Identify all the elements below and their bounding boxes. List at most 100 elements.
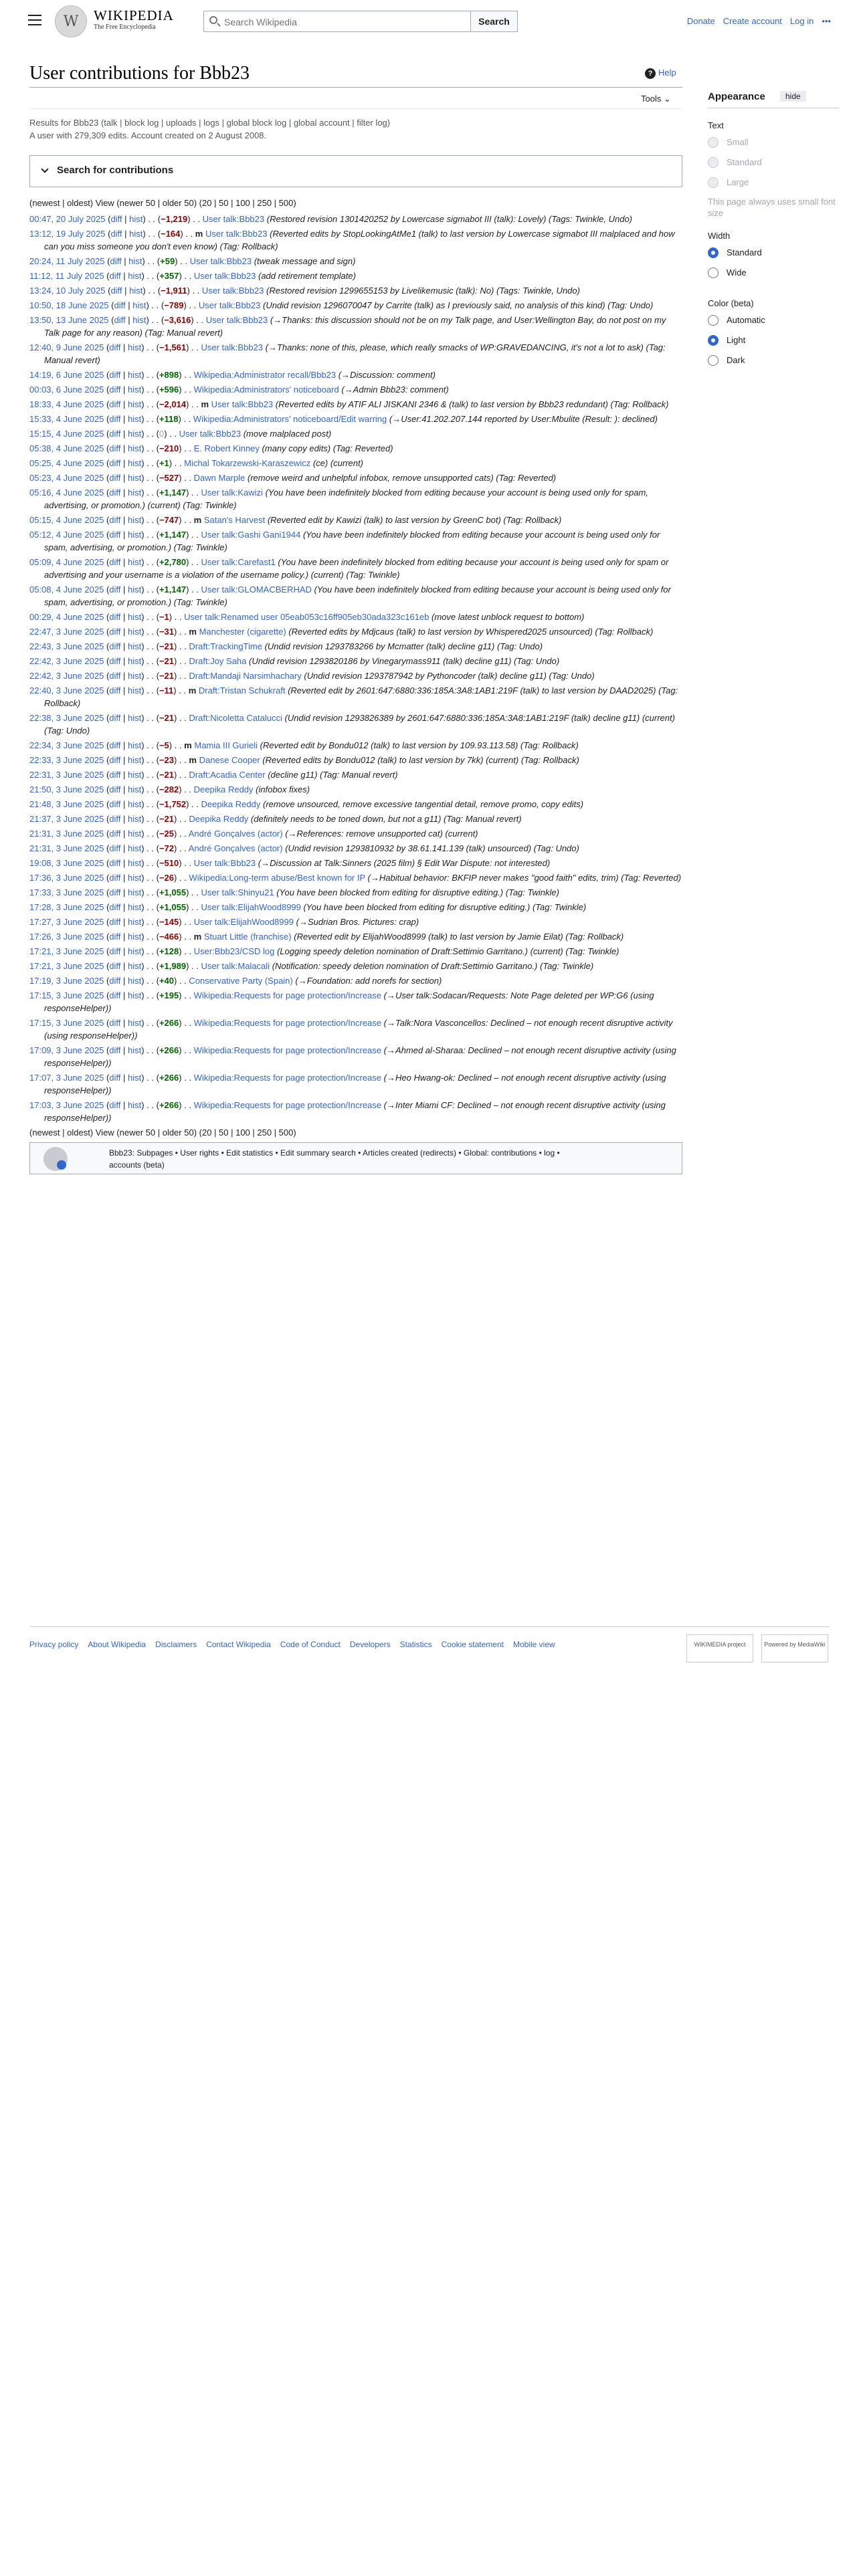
page-link[interactable]: User talk:Bbb23 [194, 271, 256, 281]
diff-link[interactable]: diff [109, 515, 120, 525]
main-menu-icon[interactable] [28, 15, 41, 25]
page-link[interactable]: User talk:Bbb23 [211, 399, 274, 409]
search-contributions-panel[interactable]: Search for contributions [29, 155, 682, 187]
hist-link[interactable]: hist [128, 843, 141, 853]
hist-link[interactable]: hist [128, 641, 141, 651]
diff-link[interactable]: diff [109, 671, 120, 681]
hist-link[interactable]: hist [128, 414, 141, 424]
diff-link[interactable]: diff [110, 229, 122, 239]
timestamp-link[interactable]: 21:31, 3 June 2025 [29, 843, 104, 853]
page-link[interactable]: User talk:Renamed user 05eab053c16ff905e… [184, 612, 429, 622]
diff-link[interactable]: diff [109, 843, 120, 853]
hist-link[interactable]: hist [128, 1045, 141, 1055]
diff-link[interactable]: diff [109, 902, 120, 912]
hist-link[interactable]: hist [128, 271, 141, 281]
timestamp-link[interactable]: 22:47, 3 June 2025 [29, 627, 104, 637]
hist-link[interactable]: hist [129, 214, 142, 224]
timestamp-link[interactable]: 17:26, 3 June 2025 [29, 932, 104, 942]
radio-icon[interactable] [708, 315, 719, 326]
timestamp-link[interactable]: 05:12, 4 June 2025 [29, 530, 104, 540]
hist-link[interactable]: hist [128, 770, 141, 780]
diff-link[interactable]: diff [109, 414, 120, 424]
timestamp-link[interactable]: 21:37, 3 June 2025 [29, 814, 104, 824]
hist-link[interactable]: hist [128, 829, 141, 839]
hist-link[interactable]: hist [128, 458, 141, 468]
hist-link[interactable]: hist [128, 488, 141, 498]
hist-link[interactable]: hist [128, 1018, 141, 1028]
page-link[interactable]: Danese Cooper [199, 755, 260, 765]
timestamp-link[interactable]: 05:16, 4 June 2025 [29, 488, 104, 498]
diff-link[interactable]: diff [109, 740, 120, 750]
code-of-conduct-link[interactable]: Code of Conduct [280, 1640, 341, 1649]
radio-icon[interactable] [708, 335, 719, 346]
page-link[interactable]: Manchester (cigarette) [199, 627, 286, 637]
page-link[interactable]: User talk:ElijahWood8999 [194, 917, 294, 927]
diff-link[interactable]: diff [109, 784, 120, 794]
pager-bottom[interactable]: (newest | oldest) View (newer 50 | older… [29, 1128, 296, 1138]
timestamp-link[interactable]: 00:03, 6 June 2025 [29, 385, 104, 395]
page-link[interactable]: Deepika Reddy [194, 784, 254, 794]
page-link[interactable]: User talk:Bbb23 [201, 342, 263, 352]
diff-link[interactable]: diff [109, 641, 120, 651]
diff-link[interactable]: diff [109, 990, 120, 1000]
hist-link[interactable]: hist [128, 612, 141, 622]
page-link[interactable]: Wikipedia:Requests for page protection/I… [194, 990, 381, 1000]
page-link[interactable]: User talk:Kawizi [201, 488, 262, 498]
radio-icon[interactable] [708, 247, 719, 258]
hist-link[interactable]: hist [128, 799, 141, 809]
diff-link[interactable]: diff [109, 443, 120, 453]
page-link[interactable]: User talk:Bbb23 [179, 429, 242, 439]
hist-link[interactable]: hist [128, 873, 141, 883]
page-link[interactable]: User talk:Bbb23 [190, 256, 252, 266]
hist-link[interactable]: hist [128, 385, 141, 395]
page-link[interactable]: User talk:Bbb23 [205, 229, 268, 239]
hist-link[interactable]: hist [128, 530, 141, 540]
privacy-policy-link[interactable]: Privacy policy [29, 1640, 78, 1649]
timestamp-link[interactable]: 05:08, 4 June 2025 [29, 584, 104, 595]
page-link[interactable]: User talk:Bbb23 [202, 286, 264, 296]
diff-link[interactable]: diff [109, 1045, 120, 1055]
user-tools-links-2[interactable]: accounts (beta) [109, 1159, 577, 1171]
diff-link[interactable]: diff [109, 399, 120, 409]
wikimedia-badge[interactable]: WIKIMEDIA project [686, 1634, 753, 1662]
timestamp-link[interactable]: 22:38, 3 June 2025 [29, 713, 104, 723]
page-link[interactable]: Dawn Marple [194, 473, 246, 483]
timestamp-link[interactable]: 05:09, 4 June 2025 [29, 557, 104, 567]
diff-link[interactable]: diff [109, 713, 120, 723]
page-link[interactable]: André Gonçalves (actor) [189, 843, 283, 853]
hist-link[interactable]: hist [128, 342, 141, 352]
user-tools-links[interactable]: Bbb23: Subpages • User rights • Edit sta… [109, 1147, 577, 1159]
page-link[interactable]: Wikipedia:Requests for page protection/I… [194, 1018, 381, 1028]
diff-link[interactable]: diff [109, 770, 120, 780]
diff-link[interactable]: diff [109, 656, 120, 666]
page-link[interactable]: Mamia III Gurieli [194, 740, 258, 750]
diff-link[interactable]: diff [109, 627, 120, 637]
hist-link[interactable]: hist [128, 740, 141, 750]
timestamp-link[interactable]: 19:08, 3 June 2025 [29, 858, 104, 868]
cookie-statement-link[interactable]: Cookie statement [442, 1640, 504, 1649]
hist-link[interactable]: hist [128, 515, 141, 525]
timestamp-link[interactable]: 00:29, 4 June 2025 [29, 612, 104, 622]
page-link[interactable]: Deepika Reddy [201, 799, 260, 809]
hist-link[interactable]: hist [128, 990, 141, 1000]
timestamp-link[interactable]: 12:40, 9 June 2025 [29, 342, 104, 352]
diff-link[interactable]: diff [109, 1018, 120, 1028]
hist-link[interactable]: hist [128, 399, 141, 409]
hist-link[interactable]: hist [128, 685, 141, 695]
diff-link[interactable]: diff [109, 385, 120, 395]
timestamp-link[interactable]: 05:38, 4 June 2025 [29, 443, 104, 453]
page-link[interactable]: Draft:TrackingTime [189, 641, 262, 651]
hist-link[interactable]: hist [128, 858, 141, 868]
timestamp-link[interactable]: 05:15, 4 June 2025 [29, 515, 104, 525]
diff-link[interactable]: diff [109, 961, 120, 971]
width-wide-option[interactable]: Wide [708, 266, 839, 286]
donate-link[interactable]: Donate [687, 16, 715, 26]
diff-link[interactable]: diff [109, 612, 120, 622]
hist-link[interactable]: hist [128, 887, 141, 897]
hist-link[interactable]: hist [128, 961, 141, 971]
developers-link[interactable]: Developers [350, 1640, 391, 1649]
page-link[interactable]: Deepika Reddy [189, 814, 248, 824]
timestamp-link[interactable]: 21:50, 3 June 2025 [29, 784, 104, 794]
page-link[interactable]: Wikipedia:Administrators' noticeboard/Ed… [193, 414, 387, 424]
diff-link[interactable]: diff [109, 887, 120, 897]
